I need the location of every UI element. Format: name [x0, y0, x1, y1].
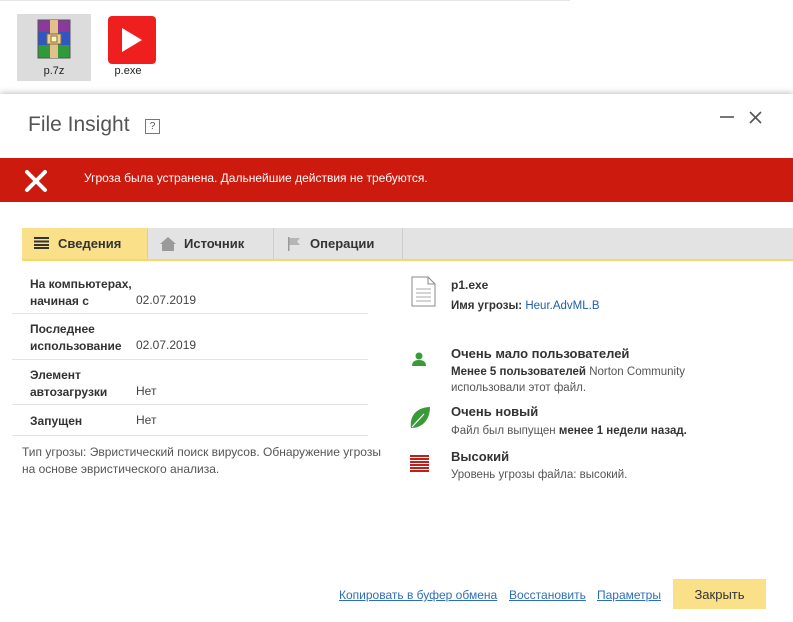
- details-table: На компьютерах, начиная с 02.07.2019 Пос…: [12, 270, 368, 436]
- desktop-icon-label: p.exe: [114, 65, 142, 77]
- file-info: p1.exe Имя угрозы: Heur.AdvML.B: [451, 277, 600, 314]
- winrar-archive-icon: [37, 19, 71, 59]
- help-icon[interactable]: ?: [145, 119, 160, 134]
- community-count: Менее 5 пользователей: [451, 366, 586, 378]
- close-button[interactable]: Закрыть: [673, 579, 766, 609]
- list-icon: [34, 237, 49, 249]
- restore-link[interactable]: Восстановить: [509, 588, 586, 602]
- threat-type-note: Тип угрозы: Эвристический поиск вирусов.…: [22, 445, 381, 476]
- tab-operations[interactable]: Операции: [274, 228, 402, 259]
- details-row: Последнее использование 02.07.2019: [12, 314, 368, 360]
- user-icon: [412, 352, 426, 366]
- threat-name-label: Имя угрозы:: [451, 300, 523, 312]
- details-row: Запущен Нет: [12, 405, 368, 436]
- desktop-icon-label: p.7z: [43, 65, 65, 77]
- details-row: На компьютерах, начиная с 02.07.2019: [12, 270, 368, 314]
- file-name: p1.exe: [451, 278, 489, 292]
- alert-message: Угроза была устранена. Дальнейшие действ…: [84, 171, 428, 185]
- age-info: Очень новый Файл был выпущен менее 1 нед…: [451, 404, 687, 437]
- desktop: p.7z p.exe: [0, 0, 793, 92]
- threat-alert-banner: Угроза была устранена. Дальнейшие действ…: [0, 158, 793, 202]
- leaf-icon: [410, 407, 430, 428]
- desktop-divider: [0, 0, 570, 1]
- desktop-icon-pexe[interactable]: p.exe: [91, 14, 165, 81]
- minimize-button[interactable]: [716, 106, 738, 128]
- dialog-title: File Insight: [28, 113, 130, 136]
- tab-separator: [402, 228, 403, 259]
- risk-info: Высокий Уровень угрозы файла: высокий.: [451, 449, 628, 481]
- desktop-icon-p7z[interactable]: p.7z: [17, 14, 91, 81]
- tab-bar: Сведения Источник Операции: [22, 228, 793, 261]
- tab-source[interactable]: Источник: [148, 228, 273, 259]
- threat-removed-x-icon: [25, 170, 47, 192]
- parameters-link[interactable]: Параметры: [597, 588, 661, 602]
- copy-to-clipboard-link[interactable]: Копировать в буфер обмена: [339, 588, 497, 602]
- age-title: Очень новый: [451, 404, 539, 419]
- details-row: Элемент автозагрузки Нет: [12, 360, 368, 405]
- community-title: Очень мало пользователей: [451, 346, 630, 361]
- risk-level-bars-icon: [410, 455, 429, 472]
- home-icon: [160, 237, 176, 251]
- community-info: Очень мало пользователей Менее 5 пользов…: [451, 346, 686, 394]
- window-close-button[interactable]: [744, 106, 766, 128]
- tab-details[interactable]: Сведения: [22, 228, 147, 259]
- file-insight-dialog: File Insight ? Угроза была устранена. Да…: [0, 94, 793, 622]
- document-file-icon: [411, 276, 436, 307]
- minimize-icon: [720, 116, 734, 118]
- play-app-icon: [108, 16, 156, 64]
- risk-title: Высокий: [451, 449, 510, 464]
- close-icon: [749, 111, 762, 124]
- flag-icon: [288, 237, 300, 251]
- threat-name-link[interactable]: Heur.AdvML.B: [525, 300, 599, 312]
